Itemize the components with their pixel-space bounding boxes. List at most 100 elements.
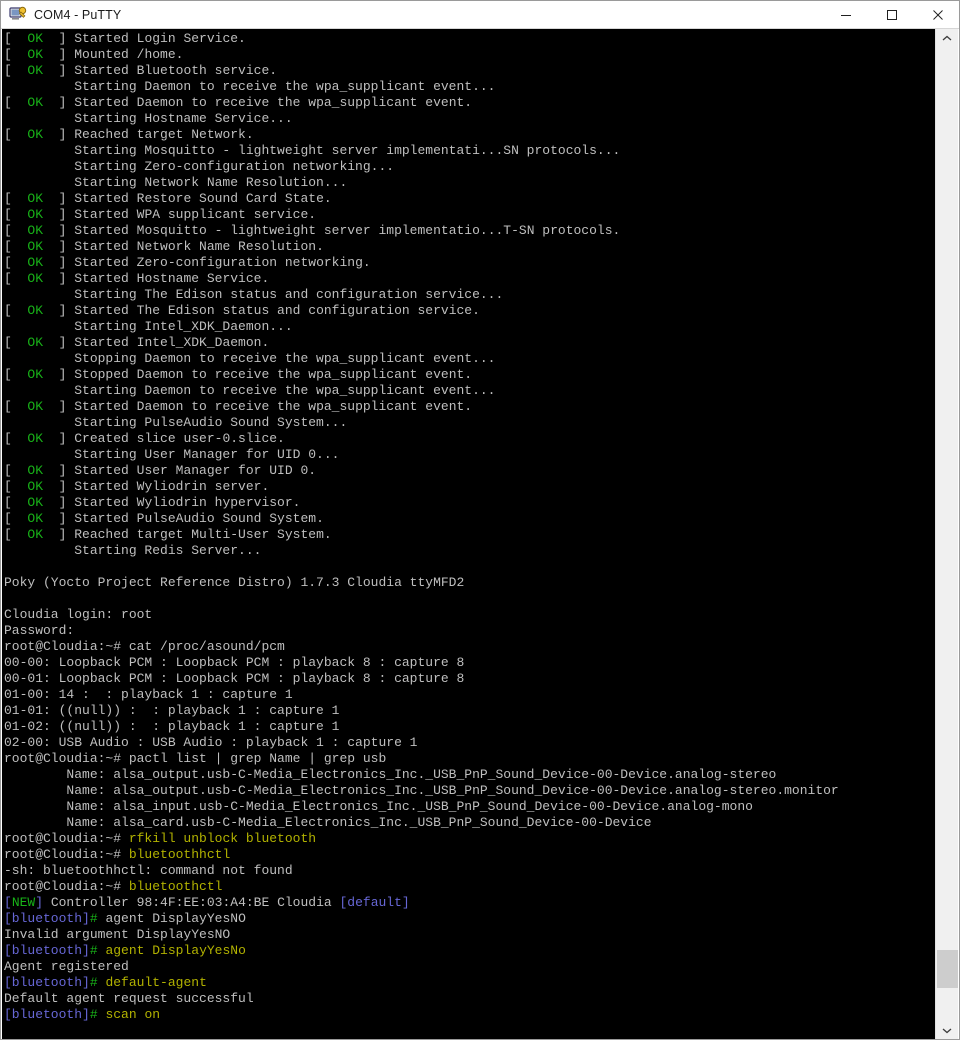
terminal-text: ] Reached target Multi-User System. [58,527,332,542]
terminal-line: Cloudia login: root [4,607,937,623]
terminal-line: Invalid argument DisplayYesNO [4,927,937,943]
terminal-text: [bluetooth] [4,911,90,926]
scroll-up-arrow-icon[interactable] [936,29,958,47]
close-button[interactable] [915,1,959,28]
terminal-line: [ OK ] Started Network Name Resolution. [4,239,937,255]
terminal-text: [ [4,31,12,46]
terminal-line: 01-00: 14 : : playback 1 : capture 1 [4,687,937,703]
terminal-line: [ OK ] Started WPA supplicant service. [4,207,937,223]
terminal-screen: [ OK ] Started Login Service.[ OK ] Moun… [2,29,937,1023]
terminal-text: Poky (Yocto Project Reference Distro) 1.… [4,575,465,590]
terminal-line: [ OK ] Started PulseAudio Sound System. [4,511,937,527]
terminal-line: Name: alsa_input.usb-C-Media_Electronics… [4,799,937,815]
terminal-text: Name: alsa_output.usb-C-Media_Electronic… [4,767,777,782]
terminal-text: rfkill unblock bluetooth [128,831,317,846]
terminal-text: root@Cloudia:~# [4,751,129,766]
terminal-text: Agent registered [4,959,129,974]
terminal-line: [ OK ] Started Login Service. [4,31,937,47]
terminal-text: ] Started Wyliodrin hypervisor. [58,495,301,510]
terminal-text: [ [4,399,12,414]
terminal-text: agent DisplayYesNo [105,943,246,958]
terminal-text: OK [11,335,59,350]
terminal-text: [ [4,255,12,270]
terminal-text: root@Cloudia:~# [4,847,129,862]
terminal-line: 00-00: Loopback PCM : Loopback PCM : pla… [4,655,937,671]
terminal-line: [bluetooth]# agent DisplayYesNO [4,911,937,927]
terminal-text: Default agent request successful [4,991,254,1006]
terminal-line: Agent registered [4,959,937,975]
scroll-down-arrow-icon[interactable] [936,1021,958,1039]
terminal-text: root@Cloudia:~# [4,879,129,894]
terminal-text: ] Started The Edison status and configur… [58,303,480,318]
terminal-output-area[interactable]: [ OK ] Started Login Service.[ OK ] Moun… [2,29,937,1039]
terminal-text: NEW [11,895,36,910]
terminal-text: Starting Daemon to receive the wpa_suppl… [4,383,496,398]
terminal-text: Name: alsa_card.usb-C-Media_Electronics_… [4,815,652,830]
scrollbar-track[interactable] [936,47,958,950]
terminal-text: [ [4,335,12,350]
terminal-line: Name: alsa_card.usb-C-Media_Electronics_… [4,815,937,831]
terminal-line: Starting Mosquitto - lightweight server … [4,143,937,159]
terminal-text: [default] [339,895,410,910]
terminal-text: OK [11,463,59,478]
terminal-text: ] Mounted /home. [58,47,184,62]
terminal-text: [ [4,95,12,110]
terminal-text: ] Started User Manager for UID 0. [58,463,317,478]
terminal-text: OK [11,255,59,270]
terminal-line: [ OK ] Stopped Daemon to receive the wpa… [4,367,937,383]
terminal-line: -sh: bluetoothhctl: command not found [4,863,937,879]
terminal-line: [ OK ] Started Intel_XDK_Daemon. [4,335,937,351]
scrollbar-thumb[interactable] [937,950,958,988]
terminal-line: [bluetooth]# agent DisplayYesNo [4,943,937,959]
terminal-line: Name: alsa_output.usb-C-Media_Electronic… [4,767,937,783]
terminal-scrollbar[interactable] [935,29,958,1039]
terminal-text: [ [4,127,12,142]
terminal-text: root@Cloudia:~# [4,831,129,846]
terminal-text: OK [11,63,59,78]
maximize-button[interactable] [869,1,915,28]
terminal-text: cat /proc/asound/pcm [128,639,285,654]
terminal-text: [ [4,431,12,446]
terminal-text: [ [4,367,12,382]
terminal-text: [ [4,895,12,910]
terminal-text: [ [4,207,12,222]
terminal-text: 01-00: 14 : : playback 1 : capture 1 [4,687,293,702]
terminal-text: [ [4,527,12,542]
terminal-text: OK [11,303,59,318]
terminal-text: ] Started Hostname Service. [58,271,270,286]
terminal-text: Starting User Manager for UID 0... [4,447,340,462]
terminal-line: Starting Daemon to receive the wpa_suppl… [4,383,937,399]
terminal-text: [ [4,303,12,318]
terminal-text: Starting Intel_XDK_Daemon... [4,319,293,334]
window-title: COM4 - PuTTY [34,7,122,22]
terminal-text: 00-00: Loopback PCM : Loopback PCM : pla… [4,655,465,670]
terminal-text: ] Started Wyliodrin server. [58,479,270,494]
terminal-text: 00-01: Loopback PCM : Loopback PCM : pla… [4,671,465,686]
terminal-text: [ [4,47,12,62]
terminal-text: [ [4,463,12,478]
terminal-text: [bluetooth] [4,975,90,990]
terminal-text: OK [11,127,59,142]
terminal-text: ] Started Bluetooth service. [58,63,278,78]
terminal-line: 01-02: ((null)) : : playback 1 : capture… [4,719,937,735]
terminal-text: default-agent [105,975,207,990]
terminal-line: Starting Daemon to receive the wpa_suppl… [4,79,937,95]
terminal-text: root@Cloudia:~# [4,639,129,654]
terminal-text: # [89,943,98,958]
terminal-text: [ [4,511,12,526]
minimize-button[interactable] [823,1,869,28]
terminal-text: Stopping Daemon to receive the wpa_suppl… [4,351,496,366]
terminal-text: bluetoothctl [128,879,223,894]
terminal-text: ] Started Network Name Resolution. [58,239,324,254]
terminal-text: Invalid argument DisplayYesNO [4,927,231,942]
terminal-line: [ OK ] Started Daemon to receive the wpa… [4,95,937,111]
terminal-line: Starting The Edison status and configura… [4,287,937,303]
terminal-text: Cloudia login: root [4,607,153,622]
terminal-text: OK [11,223,59,238]
terminal-text: OK [11,95,59,110]
terminal-text: ] Started Intel_XDK_Daemon. [58,335,270,350]
terminal-text: OK [11,479,59,494]
terminal-text: ] Started Daemon to receive the wpa_supp… [58,95,473,110]
